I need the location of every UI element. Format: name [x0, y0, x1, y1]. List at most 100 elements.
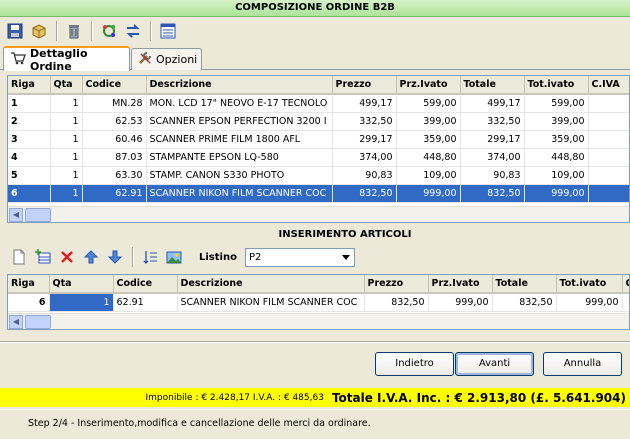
table-cell[interactable]: 63.30 [82, 166, 147, 185]
column-header[interactable]: Tot.ivato [524, 76, 589, 95]
table-cell[interactable]: 4 [8, 148, 51, 167]
scroll-left-icon[interactable]: ◀ [9, 315, 23, 329]
table-cell[interactable]: 832,50 [364, 293, 429, 312]
table-cell[interactable]: 359,00 [524, 130, 589, 149]
table-cell[interactable]: 90,83 [332, 166, 397, 185]
table-cell[interactable]: 20 [588, 148, 629, 167]
table-cell[interactable]: 1 [50, 130, 83, 149]
refresh-icon[interactable] [98, 20, 120, 42]
column-header[interactable]: Prezzo [364, 275, 429, 294]
horizontal-scrollbar[interactable]: ◀ [8, 206, 629, 222]
table-cell[interactable]: 832,50 [492, 293, 557, 312]
column-header[interactable]: C. [622, 275, 629, 294]
scroll-thumb[interactable] [25, 315, 51, 329]
delete-icon[interactable] [63, 20, 85, 42]
table-cell[interactable]: 20 [588, 112, 629, 131]
column-header[interactable]: C.IVA [588, 76, 629, 95]
table-cell[interactable]: 832,50 [332, 184, 397, 203]
table-cell[interactable]: 1 [49, 293, 114, 312]
table-row[interactable]: 1 1 MN.28 MON. LCD 17" NEOVO E-17 TECNOLO 49… [8, 94, 629, 113]
table-cell[interactable]: 20 [588, 94, 629, 113]
table-cell[interactable]: 87.03 [82, 148, 147, 167]
column-header[interactable]: Prezzo [332, 76, 397, 95]
table-cell[interactable]: 332,50 [332, 112, 397, 131]
table-cell[interactable]: STAMPANTE EPSON LQ-580 [146, 148, 333, 167]
table-cell[interactable]: SCANNER PRIME FILM 1800 AFL [146, 130, 333, 149]
table-cell[interactable]: 599,00 [524, 94, 589, 113]
tab-dettaglio-ordine[interactable]: Dettaglio Ordine [3, 46, 130, 73]
table-cell[interactable]: 299,17 [460, 130, 525, 149]
table-cell[interactable]: 20 [588, 130, 629, 149]
table-cell[interactable]: 90,83 [460, 166, 525, 185]
table-cell[interactable]: 6 [8, 184, 51, 203]
back-button[interactable]: Indietro [375, 352, 454, 376]
table-cell[interactable] [622, 293, 629, 312]
tab-opzioni[interactable]: Opzioni [131, 48, 202, 70]
table-cell[interactable]: 62.91 [113, 293, 178, 312]
column-header[interactable]: Prz.Ivato [428, 275, 493, 294]
table-row[interactable]: 6 1 62.91 SCANNER NIKON FILM SCANNER COC 832… [8, 184, 629, 203]
chevron-down-icon[interactable] [337, 248, 354, 266]
table-cell[interactable]: 20 [588, 184, 629, 203]
column-header[interactable]: Qta [50, 76, 83, 95]
table-cell[interactable]: 109,00 [524, 166, 589, 185]
table-cell[interactable]: 499,17 [332, 94, 397, 113]
table-cell[interactable]: 374,00 [460, 148, 525, 167]
table-cell[interactable]: 60.46 [82, 130, 147, 149]
new-icon[interactable] [8, 246, 30, 268]
table-row[interactable]: 4 1 87.03 STAMPANTE EPSON LQ-580 374,00 448,8… [8, 148, 629, 167]
cancel-button[interactable]: Annulla [543, 352, 622, 376]
arrow-down-icon[interactable] [104, 246, 126, 268]
table-cell[interactable]: 109,00 [396, 166, 461, 185]
column-header[interactable]: Totale [460, 76, 525, 95]
table-cell[interactable]: SCANNER NIKON FILM SCANNER COC [146, 184, 333, 203]
table-cell[interactable]: 399,00 [396, 112, 461, 131]
table-cell[interactable]: 62.53 [82, 112, 147, 131]
table-cell[interactable]: SCANNER EPSON PERFECTION 3200 I [146, 112, 333, 131]
sort-icon[interactable] [139, 246, 161, 268]
table-cell[interactable]: 999,00 [428, 293, 493, 312]
table-cell[interactable]: 999,00 [396, 184, 461, 203]
swap-icon[interactable] [122, 20, 144, 42]
insert-grid[interactable]: Riga Qta Codice Descrizione Prezzo Prz.I… [7, 274, 630, 330]
orders-grid[interactable]: Riga Qta Codice Descrizione Prezzo Prz.I… [7, 75, 630, 223]
table-cell[interactable]: MN.28 [82, 94, 147, 113]
table-cell[interactable]: SCANNER NIKON FILM SCANNER COC [177, 293, 365, 312]
column-header[interactable]: Riga [8, 275, 50, 294]
table-cell[interactable]: 359,00 [396, 130, 461, 149]
table-cell[interactable]: 332,50 [460, 112, 525, 131]
table-cell[interactable]: 5 [8, 166, 51, 185]
column-header[interactable]: Codice [113, 275, 178, 294]
table-cell[interactable]: STAMP. CANON S330 PHOTO [146, 166, 333, 185]
table-cell[interactable]: 599,00 [396, 94, 461, 113]
picture-icon[interactable] [163, 246, 185, 268]
table-cell[interactable]: MON. LCD 17" NEOVO E-17 TECNOLO [146, 94, 333, 113]
list-icon[interactable] [157, 20, 179, 42]
table-cell[interactable]: 299,17 [332, 130, 397, 149]
table-cell[interactable]: 448,80 [524, 148, 589, 167]
column-header[interactable]: Prz.Ivato [396, 76, 461, 95]
table-row[interactable]: 2 1 62.53 SCANNER EPSON PERFECTION 3200 I 33… [8, 112, 629, 131]
next-button[interactable]: Avanti [455, 352, 534, 376]
table-cell[interactable]: 20 [588, 166, 629, 185]
table-cell[interactable]: 448,80 [396, 148, 461, 167]
table-cell[interactable]: 499,17 [460, 94, 525, 113]
table-cell[interactable]: 1 [50, 112, 83, 131]
table-cell[interactable]: 1 [50, 148, 83, 167]
column-header[interactable]: Totale [492, 275, 557, 294]
scroll-thumb[interactable] [25, 208, 51, 222]
column-header[interactable]: Tot.ivato [556, 275, 623, 294]
horizontal-scrollbar[interactable]: ◀ [8, 313, 629, 329]
table-cell[interactable]: 2 [8, 112, 51, 131]
table-cell[interactable]: 6 [8, 293, 50, 312]
table-row[interactable]: 5 1 63.30 STAMP. CANON S330 PHOTO 90,83 109,0… [8, 166, 629, 185]
column-header[interactable]: Riga [8, 76, 51, 95]
table-cell[interactable]: 62.91 [82, 184, 147, 203]
column-header[interactable]: Descrizione [177, 275, 365, 294]
delete-x-icon[interactable] [56, 246, 78, 268]
column-header[interactable]: Descrizione [146, 76, 333, 95]
arrow-up-icon[interactable] [80, 246, 102, 268]
table-cell[interactable]: 832,50 [460, 184, 525, 203]
table-cell[interactable]: 1 [50, 94, 83, 113]
add-row-icon[interactable] [32, 246, 54, 268]
